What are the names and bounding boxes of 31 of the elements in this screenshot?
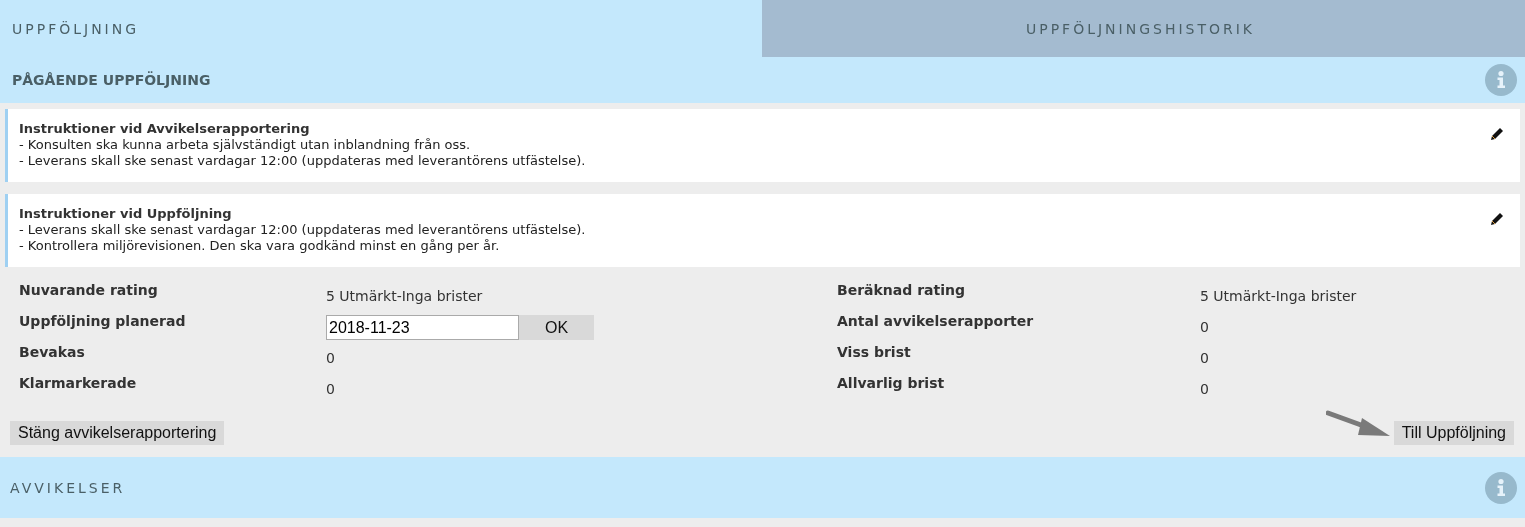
field-value: 0 — [1200, 349, 1210, 368]
pencil-icon[interactable] — [1490, 127, 1504, 141]
field-value: 0 — [1200, 318, 1210, 337]
instruction-title: Instruktioner vid Uppföljning — [19, 206, 233, 222]
field-label: Viss brist — [837, 343, 912, 362]
tab[interactable]: UPPFÖLJNING — [0, 0, 762, 57]
instruction-line: - Konsulten ska kunna arbeta självständigt utan inblandning från oss. — [19, 137, 472, 153]
field-label: Bevakas — [19, 343, 86, 362]
field-label: Antal avvikelserapporter — [837, 312, 1035, 331]
field-value: 0 — [326, 380, 336, 399]
field-label: Nuvarande rating — [19, 281, 159, 300]
section-title: PÅGÅENDE UPPFÖLJNING — [12, 72, 211, 88]
instruction-title: Instruktioner vid Avvikelserapportering — [19, 121, 311, 137]
field-value: 0 — [326, 349, 336, 368]
date-field[interactable]: 2018-11-23 — [326, 315, 519, 340]
field-value: 5 Utmärkt-Inga brister — [1200, 287, 1358, 306]
instruction-line: - Leverans skall ske senast vardagar 12:00 (uppdateras med leverantörens utfästelse). — [19, 222, 586, 238]
field-label: Klarmarkerade — [19, 374, 138, 393]
field-value: 5 Utmärkt-Inga brister — [326, 287, 484, 306]
close-reporting-button[interactable]: Stäng avvikelserapportering — [10, 421, 225, 445]
instruction-line: - Leverans skall ske senast vardagar 12:00 (uppdateras med leverantörens utfästelse). — [19, 153, 586, 169]
pencil-icon[interactable] — [1490, 212, 1504, 226]
follow-up-button[interactable]: Till Uppföljning — [1393, 421, 1514, 445]
field-value: 0 — [1200, 380, 1210, 399]
ok-button[interactable]: OK — [519, 315, 594, 340]
arrow-icon — [1325, 409, 1392, 437]
instruction-line: - Kontrollera miljörevisionen. Den ska vara godkänd minst en gång per år. — [19, 238, 501, 254]
field-label: Uppföljning planerad — [19, 312, 187, 331]
field-label: Beräknad rating — [837, 281, 966, 300]
field-label: Allvarlig brist — [837, 374, 946, 393]
section-title: AVVIKELSER — [10, 479, 126, 496]
